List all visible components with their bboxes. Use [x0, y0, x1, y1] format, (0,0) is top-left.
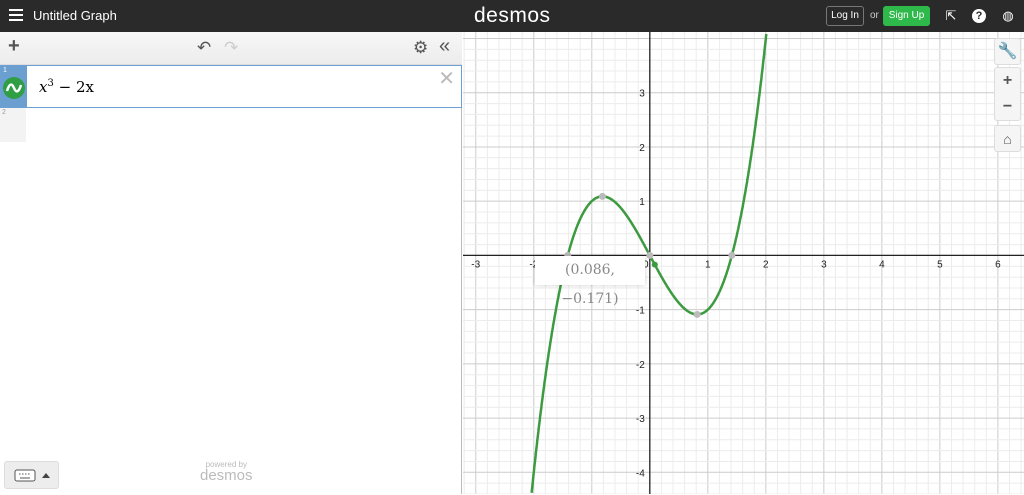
point-of-interest: [646, 251, 654, 259]
collapse-panel-button[interactable]: «: [439, 35, 450, 58]
y-tick-label: -4: [636, 468, 645, 479]
zoom-in-button[interactable]: +: [995, 68, 1020, 94]
signup-button[interactable]: Sign Up: [883, 6, 930, 26]
y-tick-label: 3: [639, 89, 645, 100]
x-tick-label: 5: [937, 259, 943, 270]
graph-settings-wrench-icon[interactable]: 🔧: [994, 38, 1021, 65]
add-expression-button[interactable]: +: [8, 35, 20, 58]
globe-icon[interactable]: ◍: [1000, 8, 1016, 24]
traced-point: [651, 261, 658, 268]
expression-gutter[interactable]: 1: [1, 66, 27, 107]
expression-panel: + ↶ ↷ ⚙ « 1 x3 − 2x ✕ 2 powered by desmos: [0, 32, 462, 494]
point-of-interest: [693, 310, 701, 318]
redo-button[interactable]: ↷: [224, 38, 238, 58]
help-icon[interactable]: ?: [972, 9, 986, 23]
point-coordinate-tooltip: (0.086, −0.171): [535, 256, 645, 307]
or-label: or: [870, 10, 879, 21]
expression-input[interactable]: x3 − 2x: [39, 78, 94, 96]
delete-expression-icon[interactable]: ✕: [438, 66, 455, 91]
header: Untitled Graph desmos Log In or Sign Up …: [0, 0, 1024, 32]
graph-title[interactable]: Untitled Graph: [33, 8, 117, 23]
expression-index: 1: [3, 67, 7, 74]
y-tick-label: -3: [636, 414, 645, 425]
x-tick-label: 4: [879, 259, 885, 270]
expression-index: 2: [2, 109, 6, 116]
login-button[interactable]: Log In: [826, 6, 864, 26]
x-tick-label: 1: [705, 259, 711, 270]
expression-toolbar: + ↶ ↷ ⚙ «: [0, 32, 462, 65]
brand-label: desmos: [200, 467, 253, 484]
x-tick-label: 3: [821, 259, 827, 270]
share-icon[interactable]: ⇱: [943, 8, 959, 24]
expression-row[interactable]: 1 x3 − 2x ✕: [0, 65, 462, 108]
powered-by-desmos: powered by desmos: [200, 460, 253, 484]
y-tick-label: 1: [639, 197, 645, 208]
x-tick-label: -3: [471, 259, 480, 270]
y-tick-label: 2: [639, 143, 645, 154]
y-tick-label: -1: [636, 306, 645, 317]
x-tick-label: 2: [763, 259, 769, 270]
point-of-interest: [728, 251, 736, 259]
settings-gear-icon[interactable]: ⚙: [413, 38, 428, 58]
math-rest: − 2x: [53, 78, 94, 96]
keyboard-icon: [14, 469, 50, 482]
undo-button[interactable]: ↶: [197, 38, 211, 58]
zoom-controls: + −: [994, 67, 1021, 121]
x-tick-label: 6: [995, 259, 1001, 270]
home-view-icon[interactable]: ⌂: [994, 125, 1021, 152]
desmos-logo: desmos: [474, 4, 551, 27]
point-of-interest: [598, 192, 606, 200]
empty-expression-row[interactable]: 2: [0, 108, 26, 142]
menu-icon[interactable]: [9, 9, 23, 21]
keyboard-toggle-button[interactable]: [4, 461, 59, 489]
zoom-out-button[interactable]: −: [995, 94, 1020, 120]
y-tick-label: -2: [636, 360, 645, 371]
graph-color-toggle-icon[interactable]: [3, 77, 25, 99]
